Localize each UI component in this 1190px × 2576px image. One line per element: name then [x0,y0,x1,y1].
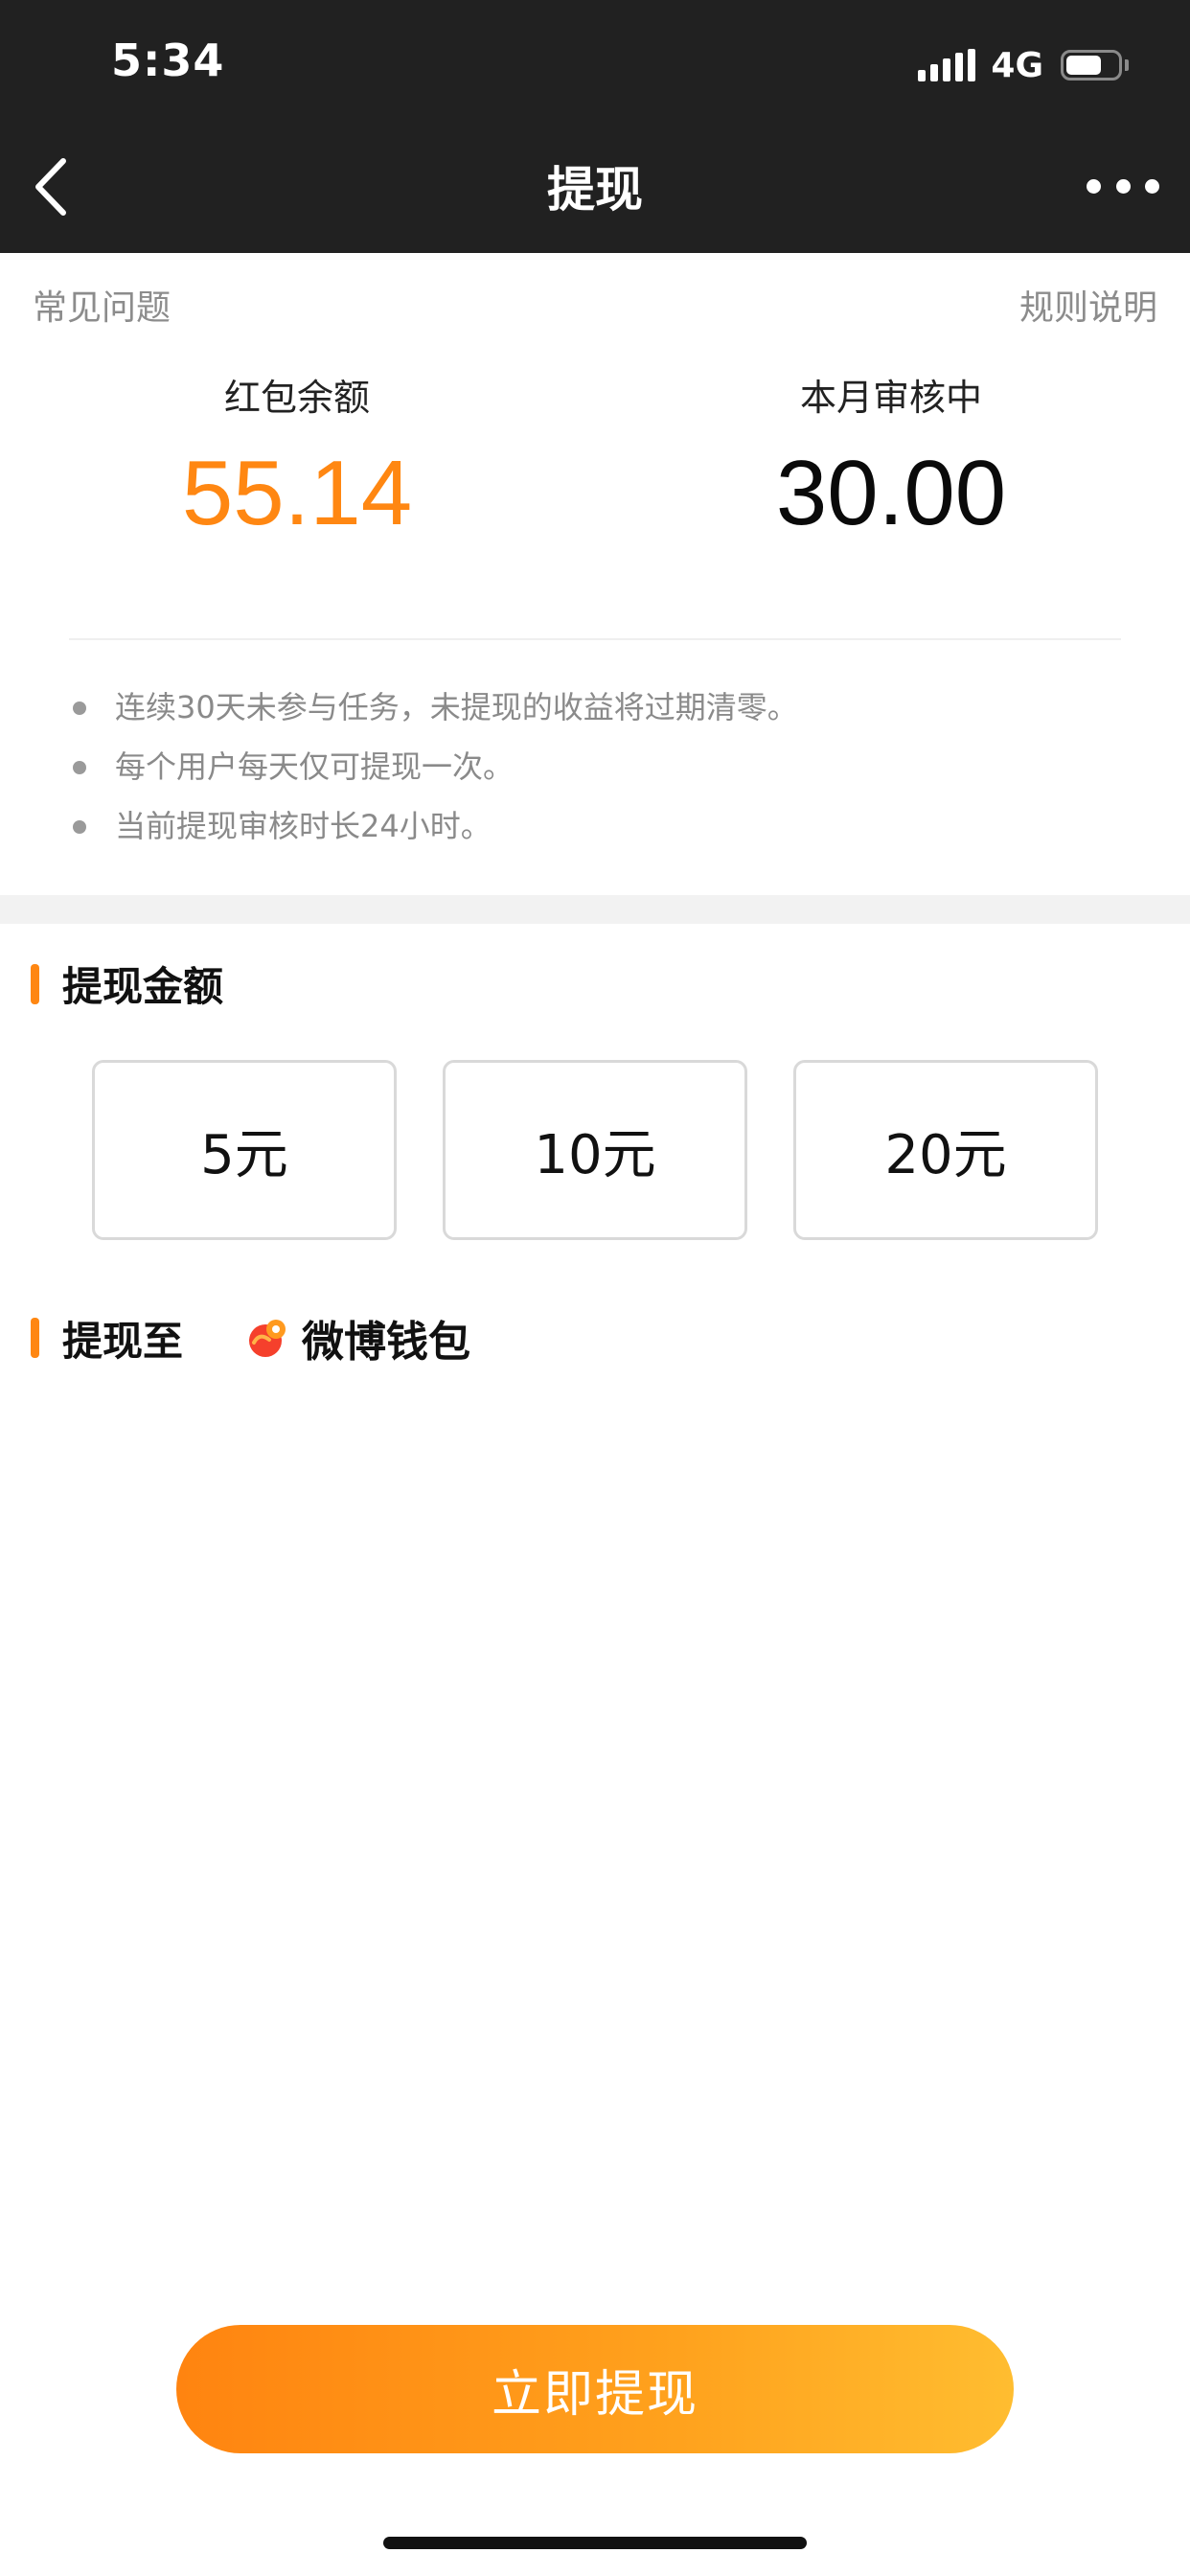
amount-options: 5元 10元 20元 [92,1060,1098,1240]
amount-option-10[interactable]: 10元 [443,1060,747,1240]
status-indicators: 4G [918,44,1129,86]
more-dots-icon [1087,178,1101,194]
rules-notes: 连续30天未参与任务，未提现的收益将过期清零。 每个用户每天仅可提现一次。 当前… [73,682,798,861]
faq-link[interactable]: 常见问题 [33,280,171,330]
pending-value: 30.00 [775,442,1007,544]
battery-icon [1061,50,1122,80]
rules-link[interactable]: 规则说明 [1019,280,1157,330]
battery-level [1066,56,1101,75]
status-time: 5:34 [111,34,225,86]
home-indicator [383,2537,807,2549]
section-separator [0,895,1190,924]
more-dots-icon [1145,178,1159,194]
note-item: 每个用户每天仅可提现一次。 [73,742,798,801]
back-button[interactable] [27,153,75,220]
amount-option-20[interactable]: 20元 [793,1060,1098,1240]
battery-cap [1125,59,1129,71]
wallet-selector[interactable]: 微博钱包 [246,1307,470,1368]
signal-bars-icon [918,49,976,81]
app-header: 5:34 4G 提现 [0,0,1190,253]
more-button[interactable] [1087,176,1159,196]
note-item: 当前提现审核时长24小时。 [73,801,798,861]
balance-stat: 红包余额 55.14 [67,368,527,541]
note-item: 连续30天未参与任务，未提现的收益将过期清零。 [73,682,798,742]
wallet-label: 微博钱包 [302,1318,471,1367]
amount-section-title: 提现金额 [62,963,224,1010]
pending-label: 本月审核中 [799,377,982,419]
balance-value: 55.14 [181,442,413,544]
pending-stat: 本月审核中 30.00 [661,368,1121,541]
destination-section-title: 提现至 [62,1317,184,1365]
page-title: 提现 [547,162,643,218]
section-accent-bar [31,1318,39,1358]
more-dots-icon [1115,178,1131,194]
network-type: 4G [991,45,1043,85]
amount-option-5[interactable]: 5元 [92,1060,397,1240]
balance-label: 红包余额 [223,377,370,419]
withdraw-now-button[interactable]: 立即提现 [176,2325,1014,2453]
divider [69,638,1121,640]
chevron-left-icon [35,158,66,216]
section-accent-bar [31,963,39,1004]
weibo-wallet-icon [249,1320,286,1357]
amount-section-header: 提现金额 [31,954,223,1013]
destination-section-header: 提现至 微博钱包 [31,1307,470,1368]
